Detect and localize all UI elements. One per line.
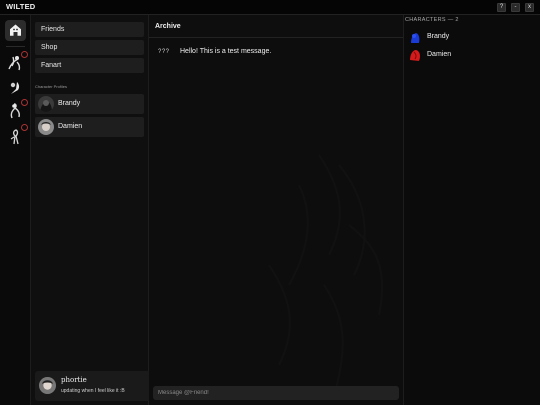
- avatar: [38, 119, 54, 135]
- profile-item-damien[interactable]: Damien: [35, 117, 144, 137]
- profile-name: Brandy: [58, 100, 81, 107]
- profile-item-brandy[interactable]: Brandy: [35, 94, 144, 114]
- notification-badge: [21, 51, 28, 58]
- username: phortie: [61, 376, 87, 384]
- fanart-button[interactable]: Fanart: [35, 58, 144, 73]
- notification-badge: [21, 99, 28, 106]
- notification-badge: [21, 124, 28, 131]
- server-rail: [0, 15, 31, 405]
- shop-button[interactable]: Shop: [35, 40, 144, 55]
- message-input[interactable]: [153, 386, 399, 400]
- user-avatar[interactable]: [39, 377, 56, 394]
- member-damien[interactable]: Damien: [407, 48, 535, 64]
- member-list: CHARACTERS — 2 Brandy Damien: [404, 15, 540, 405]
- home-icon: [10, 24, 21, 36]
- server-icon[interactable]: [5, 51, 28, 73]
- member-name: Brandy: [427, 33, 450, 40]
- user-status: updating when I feel like it :B: [61, 388, 125, 394]
- channel-sidebar: Friends Shop Fanart Character Profiles B…: [31, 15, 173, 405]
- server-art-icon: [10, 82, 20, 94]
- member-brandy[interactable]: Brandy: [407, 30, 535, 46]
- app-window: WILTED ? - x Friends Shop Fanart Charact…: [0, 0, 540, 405]
- message-author: ???: [158, 49, 170, 55]
- friends-button[interactable]: Friends: [35, 22, 144, 37]
- message-text: Hello! This is a test message.: [180, 48, 272, 55]
- title-bar: WILTED ? - x: [0, 0, 540, 15]
- server-icon[interactable]: [5, 76, 26, 97]
- app-title: WILTED: [6, 2, 36, 11]
- profile-name: Damien: [58, 123, 83, 130]
- server-icon[interactable]: [5, 124, 28, 146]
- members-header: CHARACTERS — 2: [405, 17, 459, 23]
- close-button[interactable]: x: [525, 3, 534, 12]
- background-texture: [268, 154, 384, 396]
- channel-header: Archive: [149, 15, 403, 38]
- help-button[interactable]: ?: [497, 3, 506, 12]
- rail-divider: [6, 46, 25, 47]
- avatar: [38, 96, 54, 112]
- message: ??? Hello! This is a test message.: [155, 47, 395, 61]
- chat-panel: Archive ??? Hello! This is a test messag…: [149, 15, 404, 405]
- member-name: Damien: [427, 51, 452, 58]
- channel-title: Archive: [155, 23, 181, 30]
- member-avatar: [408, 30, 422, 44]
- home-button[interactable]: [5, 20, 26, 41]
- section-label: Character Profiles: [35, 84, 68, 89]
- minimize-button[interactable]: -: [511, 3, 520, 12]
- server-icon[interactable]: [5, 99, 28, 121]
- member-avatar: [408, 48, 422, 62]
